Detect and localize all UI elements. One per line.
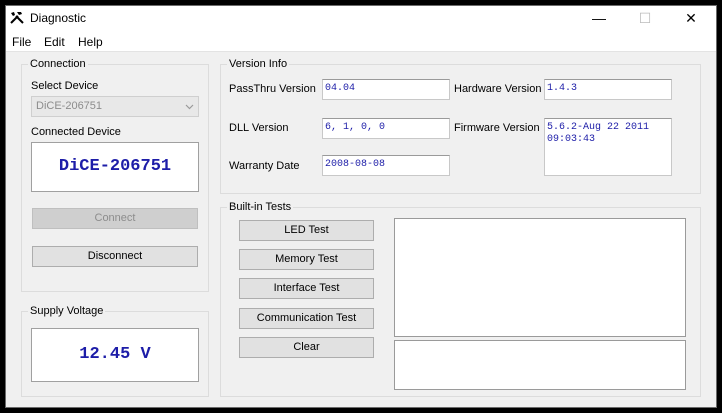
firmware-version-field[interactable]: 5.6.2-Aug 22 2011 09:03:43: [544, 118, 672, 176]
interface-test-button[interactable]: Interface Test: [239, 278, 374, 299]
diagnostic-window: Diagnostic — ☐ ✕ File Edit Help Connecti…: [5, 5, 717, 408]
builtin-tests-group: Built-in Tests LED Test Memory Test Inte…: [220, 200, 701, 397]
passthru-version-label: PassThru Version: [229, 83, 316, 95]
passthru-version-field[interactable]: 04.04: [322, 79, 450, 100]
connection-group: Connection Select Device DiCE-206751 Con…: [21, 57, 209, 292]
menu-edit[interactable]: Edit: [44, 35, 65, 49]
version-info-group-title: Version Info: [227, 57, 290, 71]
dll-version-field[interactable]: 6, 1, 0, 0: [322, 118, 450, 139]
dll-version-label: DLL Version: [229, 122, 289, 134]
builtin-tests-group-title: Built-in Tests: [227, 200, 294, 214]
firmware-version-label: Firmware Version: [454, 122, 540, 134]
minimize-button[interactable]: —: [576, 6, 622, 32]
supply-voltage-group-title: Supply Voltage: [28, 304, 106, 318]
hardware-version-field[interactable]: 1.4.3: [544, 79, 672, 100]
connected-device-display: DiCE-206751: [31, 142, 199, 192]
clear-button[interactable]: Clear: [239, 337, 374, 358]
supply-voltage-display: 12.45 V: [31, 328, 199, 382]
select-device-dropdown[interactable]: DiCE-206751: [31, 96, 199, 117]
disconnect-button[interactable]: Disconnect: [32, 246, 198, 267]
window-title: Diagnostic: [30, 11, 87, 25]
supply-voltage-group: Supply Voltage 12.45 V: [21, 304, 209, 397]
maximize-button[interactable]: ☐: [622, 6, 668, 32]
select-device-value: DiCE-206751: [36, 100, 103, 112]
hardware-version-label: Hardware Version: [454, 83, 542, 95]
connected-device-label: Connected Device: [31, 126, 121, 138]
menu-help[interactable]: Help: [78, 35, 103, 49]
chevron-down-icon: [185, 104, 194, 110]
menu-file[interactable]: File: [12, 35, 31, 49]
select-device-label: Select Device: [31, 80, 99, 92]
led-test-button[interactable]: LED Test: [239, 220, 374, 241]
title-bar[interactable]: Diagnostic — ☐ ✕: [6, 6, 716, 32]
communication-test-button[interactable]: Communication Test: [239, 308, 374, 329]
close-button[interactable]: ✕: [668, 6, 714, 32]
warranty-date-label: Warranty Date: [229, 160, 300, 172]
memory-test-button[interactable]: Memory Test: [239, 249, 374, 270]
connection-group-title: Connection: [28, 57, 88, 71]
connect-button[interactable]: Connect: [32, 208, 198, 229]
menu-bar: File Edit Help: [6, 32, 716, 52]
tools-icon: [10, 12, 24, 24]
version-info-group: Version Info PassThru Version 04.04 Hard…: [220, 57, 701, 194]
warranty-date-field[interactable]: 2008-08-08: [322, 155, 450, 176]
test-status-box[interactable]: [394, 340, 686, 390]
test-results-box[interactable]: [394, 218, 686, 337]
